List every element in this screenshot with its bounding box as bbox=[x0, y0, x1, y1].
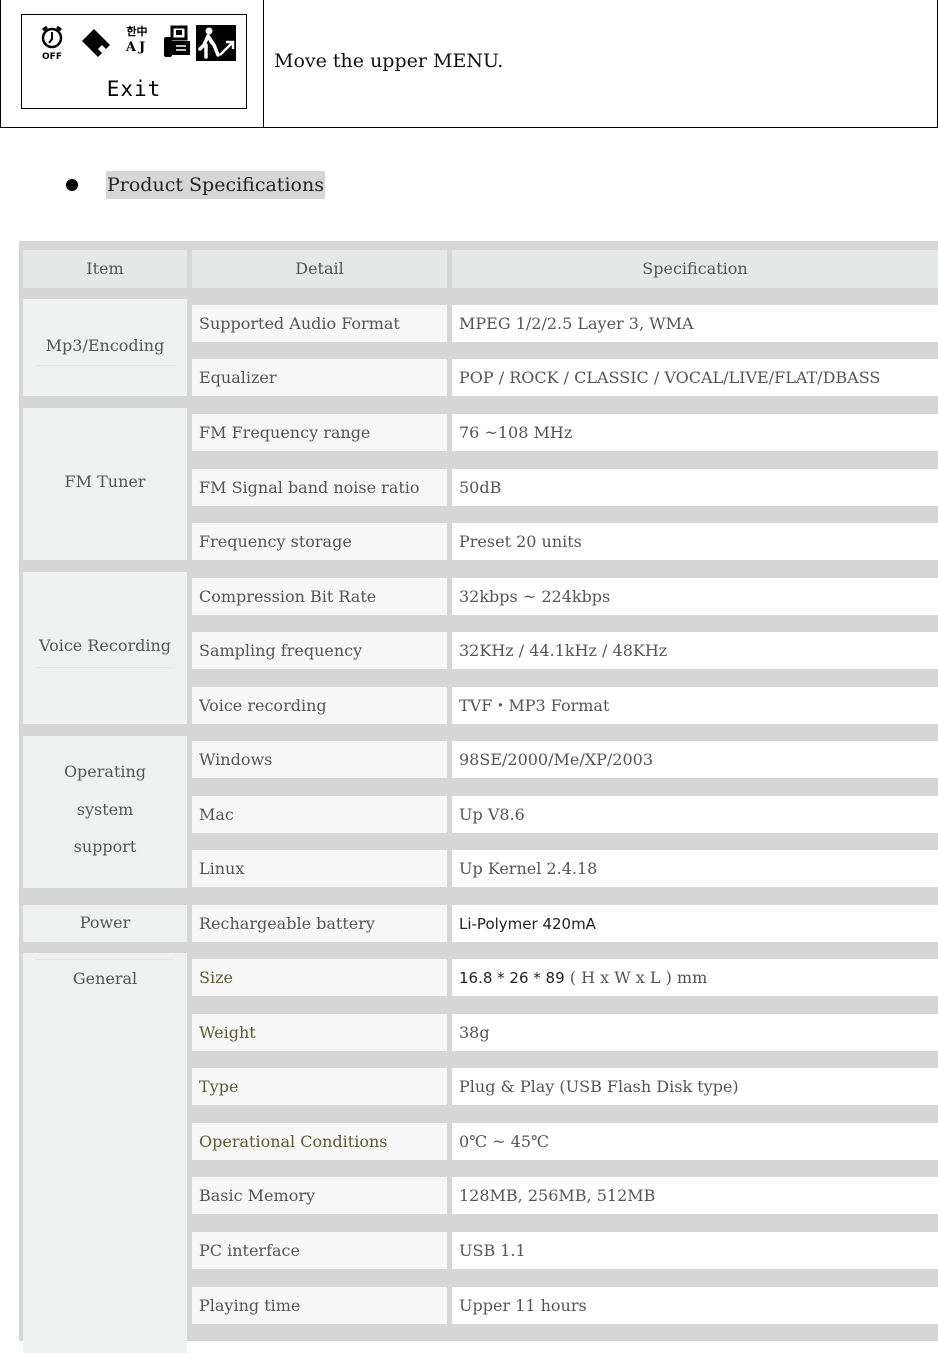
exit-runner-icon bbox=[196, 25, 236, 61]
spec-table: Item Detail Specification Mp3/Encoding S… bbox=[19, 241, 938, 1353]
usb-transfer-icon bbox=[164, 25, 190, 57]
group-cell-os-support: Operating system support bbox=[23, 736, 187, 888]
detail-cell: FM Frequency range bbox=[192, 414, 447, 451]
group-label: Voice Recording bbox=[38, 636, 171, 655]
value-cell: 76 ~108 MHz bbox=[452, 414, 938, 451]
menu-description: Move the upper MENU. bbox=[274, 50, 504, 72]
value-cell: TVF・MP3 Format bbox=[452, 687, 938, 724]
detail-cell: Compression Bit Rate bbox=[192, 578, 447, 615]
group-label-line: Operating bbox=[63, 762, 147, 781]
group-label: Mp3/Encoding bbox=[45, 336, 165, 355]
value-cell: Up V8.6 bbox=[452, 796, 938, 833]
header-item: Item bbox=[23, 250, 187, 288]
value-cell: Li-Polymer 420mA bbox=[452, 905, 938, 942]
group-cell-mp3-encoding: Mp3/Encoding bbox=[23, 299, 187, 396]
detail-cell: Rechargeable battery bbox=[192, 905, 447, 942]
value-cell: Up Kernel 2.4.18 bbox=[452, 850, 938, 887]
lcd-screen: OFF 한中 AJ Exit bbox=[21, 14, 247, 109]
value-cell: 0℃ ~ 45℃ bbox=[452, 1123, 938, 1160]
value-cell: POP / ROCK / CLASSIC / VOCAL/LIVE/FLAT/D… bbox=[452, 359, 938, 396]
detail-cell: Frequency storage bbox=[192, 523, 447, 560]
detail-cell: Playing time bbox=[192, 1287, 447, 1324]
group-divider bbox=[35, 365, 175, 366]
detail-cell: Linux bbox=[192, 850, 447, 887]
detail-cell: Sampling frequency bbox=[192, 632, 447, 669]
detail-cell: Equalizer bbox=[192, 359, 447, 396]
header-specification: Specification bbox=[452, 250, 938, 288]
value-cell: 98SE/2000/Me/XP/2003 bbox=[452, 741, 938, 778]
detail-cell: PC interface bbox=[192, 1232, 447, 1269]
group-cell-general: General bbox=[23, 953, 187, 1353]
value-cell: MPEG 1/2/2.5 Layer 3, WMA bbox=[452, 305, 938, 342]
group-label: General bbox=[72, 969, 138, 988]
group-cell-voice-recording: Voice Recording bbox=[23, 572, 187, 724]
value-cell: 50dB bbox=[452, 469, 938, 506]
language-icon: 한中 AJ bbox=[125, 25, 149, 55]
header-detail: Detail bbox=[192, 250, 447, 288]
lcd-cell: OFF 한中 AJ Exit bbox=[1, 0, 264, 127]
group-cell-power: Power bbox=[23, 905, 187, 942]
value-cell: 16.8 * 26 * 89 ( H x W x L ) mm bbox=[452, 959, 938, 996]
group-cell-fm-tuner: FM Tuner bbox=[23, 408, 187, 560]
detail-cell: Voice recording bbox=[192, 687, 447, 724]
value-cell: Plug & Play (USB Flash Disk type) bbox=[452, 1068, 938, 1105]
group-label: FM Tuner bbox=[64, 472, 146, 491]
alarm-off-icon: OFF bbox=[41, 25, 63, 62]
value-text-dimensions: 16.8 * 26 * 89 bbox=[459, 969, 565, 987]
detail-cell: Weight bbox=[192, 1014, 447, 1051]
group-divider bbox=[35, 667, 175, 668]
detail-cell: Size bbox=[192, 959, 447, 996]
eq-diamond-icon bbox=[82, 29, 110, 57]
detail-cell: Basic Memory bbox=[192, 1177, 447, 1214]
detail-cell: FM Signal band noise ratio bbox=[192, 469, 447, 506]
value-cell: Preset 20 units bbox=[452, 523, 938, 560]
lcd-icon-row: OFF 한中 AJ bbox=[38, 25, 238, 63]
group-label: Power bbox=[79, 913, 131, 932]
value-cell: 32KHz / 44.1kHz / 48KHz bbox=[452, 632, 938, 669]
value-cell: 128MB, 256MB, 512MB bbox=[452, 1177, 938, 1214]
value-text: Li-Polymer 420mA bbox=[459, 915, 596, 933]
group-divider bbox=[35, 959, 175, 960]
group-label-line: system bbox=[76, 800, 134, 819]
detail-cell: Windows bbox=[192, 741, 447, 778]
value-cell: USB 1.1 bbox=[452, 1232, 938, 1269]
detail-cell: Type bbox=[192, 1068, 447, 1105]
section-title: Product Specifications bbox=[106, 171, 325, 199]
value-text-units: ( H x W x L ) mm bbox=[564, 968, 708, 987]
value-cell: Upper 11 hours bbox=[452, 1287, 938, 1324]
lcd-exit-label: Exit bbox=[106, 77, 162, 101]
menu-table: OFF 한中 AJ Exit Move the upper MENU. bbox=[0, 0, 938, 128]
value-cell: 38g bbox=[452, 1014, 938, 1051]
svg-text:OFF: OFF bbox=[42, 52, 62, 62]
group-label-line: support bbox=[73, 837, 137, 856]
detail-cell: Supported Audio Format bbox=[192, 305, 447, 342]
value-cell: 32kbps ~ 224kbps bbox=[452, 578, 938, 615]
bullet-icon bbox=[66, 179, 78, 191]
detail-cell: Mac bbox=[192, 796, 447, 833]
detail-cell: Operational Conditions bbox=[192, 1123, 447, 1160]
